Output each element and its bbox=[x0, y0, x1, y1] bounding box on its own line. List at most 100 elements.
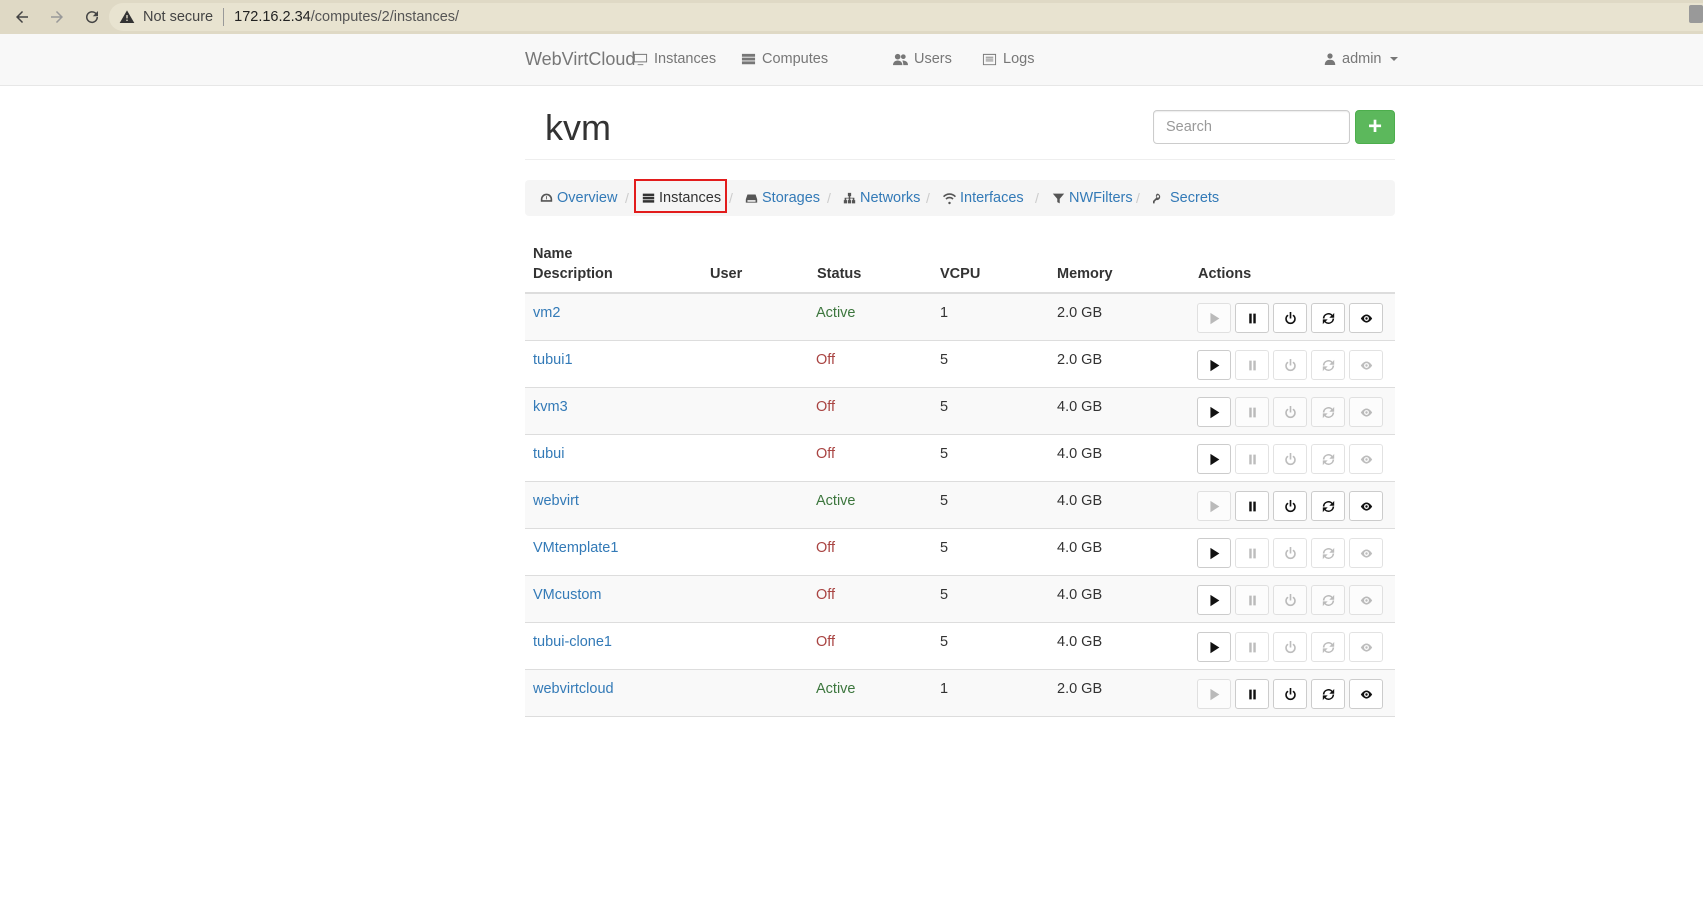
restart-button[interactable] bbox=[1311, 397, 1345, 427]
header-divider bbox=[525, 159, 1395, 160]
instance-status: Off bbox=[816, 540, 836, 556]
suspend-button[interactable] bbox=[1235, 632, 1269, 662]
console-button[interactable] bbox=[1349, 538, 1383, 568]
table-row: VMcustom Off 5 4.0 GB bbox=[525, 576, 1395, 623]
instance-name-link[interactable]: VMcustom bbox=[533, 587, 602, 603]
breadcrumb-separator: / bbox=[625, 190, 629, 206]
start-button[interactable] bbox=[1197, 444, 1231, 474]
console-button[interactable] bbox=[1349, 491, 1383, 521]
restart-button[interactable] bbox=[1311, 632, 1345, 662]
eye-icon bbox=[1360, 501, 1372, 511]
start-button[interactable] bbox=[1197, 491, 1231, 521]
instance-name-link[interactable]: tubui bbox=[533, 446, 564, 462]
start-button[interactable] bbox=[1197, 632, 1231, 662]
tab-interfaces[interactable]: Interfaces bbox=[943, 190, 1024, 206]
instance-name-link[interactable]: VMtemplate1 bbox=[533, 540, 618, 556]
suspend-button[interactable] bbox=[1235, 397, 1269, 427]
breadcrumb-separator: / bbox=[729, 190, 733, 206]
instance-name-link[interactable]: webvirt bbox=[533, 493, 579, 509]
brand-logo[interactable]: WebVirtCloud bbox=[525, 49, 635, 70]
restart-button[interactable] bbox=[1311, 538, 1345, 568]
restart-button[interactable] bbox=[1311, 679, 1345, 709]
nav-logs[interactable]: Logs bbox=[982, 51, 1034, 67]
restart-button[interactable] bbox=[1311, 350, 1345, 380]
suspend-button[interactable] bbox=[1235, 444, 1269, 474]
power-off-button[interactable] bbox=[1273, 632, 1307, 662]
console-button[interactable] bbox=[1349, 632, 1383, 662]
back-button[interactable] bbox=[9, 4, 35, 30]
reload-icon bbox=[86, 11, 99, 24]
power-off-button[interactable] bbox=[1273, 679, 1307, 709]
console-button[interactable] bbox=[1349, 303, 1383, 333]
instance-memory: 4.0 GB bbox=[1057, 446, 1103, 462]
instance-vcpu: 1 bbox=[940, 305, 949, 321]
power-off-button[interactable] bbox=[1273, 303, 1307, 333]
nav-computes[interactable]: Computes bbox=[741, 51, 828, 67]
power-off-button[interactable] bbox=[1273, 397, 1307, 427]
eye-icon bbox=[1360, 595, 1372, 605]
instance-name-link[interactable]: tubui1 bbox=[533, 352, 573, 368]
power-off-button[interactable] bbox=[1273, 538, 1307, 568]
start-button[interactable] bbox=[1197, 303, 1231, 333]
nav-instances[interactable]: Instances bbox=[633, 51, 716, 67]
power-off-button[interactable] bbox=[1273, 350, 1307, 380]
console-button[interactable] bbox=[1349, 350, 1383, 380]
tab-overview[interactable]: Overview bbox=[540, 190, 617, 206]
restart-button[interactable] bbox=[1311, 444, 1345, 474]
console-button[interactable] bbox=[1349, 585, 1383, 615]
start-button[interactable] bbox=[1197, 679, 1231, 709]
start-button[interactable] bbox=[1197, 538, 1231, 568]
refresh-icon bbox=[1322, 312, 1334, 324]
hdd-icon bbox=[745, 193, 758, 203]
instance-status: Off bbox=[816, 352, 836, 368]
extension-icon[interactable] bbox=[1689, 5, 1703, 23]
suspend-button[interactable] bbox=[1235, 350, 1269, 380]
tab-secrets[interactable]: Secrets bbox=[1153, 190, 1219, 206]
restart-button[interactable] bbox=[1311, 303, 1345, 333]
instance-name-link[interactable]: tubui-clone1 bbox=[533, 634, 612, 650]
search-input[interactable] bbox=[1153, 110, 1350, 144]
breadcrumb-separator: / bbox=[827, 190, 831, 206]
tab-nwfilters[interactable]: NWFilters bbox=[1052, 190, 1133, 206]
instance-name-link[interactable]: vm2 bbox=[533, 305, 560, 321]
play-icon bbox=[1209, 547, 1219, 559]
console-button[interactable] bbox=[1349, 444, 1383, 474]
address-bar[interactable]: Not secure 172.16.2.34/computes/2/instan… bbox=[109, 3, 1703, 31]
suspend-button[interactable] bbox=[1235, 491, 1269, 521]
pause-icon bbox=[1248, 501, 1256, 511]
add-instance-button[interactable]: + bbox=[1355, 110, 1395, 144]
eye-icon bbox=[1360, 360, 1372, 370]
suspend-button[interactable] bbox=[1235, 538, 1269, 568]
instance-name-link[interactable]: kvm3 bbox=[533, 399, 568, 415]
tab-storages[interactable]: Storages bbox=[745, 190, 820, 206]
console-button[interactable] bbox=[1349, 397, 1383, 427]
breadcrumb-separator: / bbox=[1136, 190, 1140, 206]
power-off-button[interactable] bbox=[1273, 444, 1307, 474]
reload-button[interactable] bbox=[79, 4, 105, 30]
forward-button[interactable] bbox=[44, 4, 70, 30]
browser-toolbar: Not secure 172.16.2.34/computes/2/instan… bbox=[0, 0, 1703, 34]
console-button[interactable] bbox=[1349, 679, 1383, 709]
suspend-button[interactable] bbox=[1235, 303, 1269, 333]
arrow-right-icon bbox=[51, 11, 63, 23]
suspend-button[interactable] bbox=[1235, 679, 1269, 709]
start-button[interactable] bbox=[1197, 585, 1231, 615]
table-row: tubui1 Off 5 2.0 GB bbox=[525, 341, 1395, 388]
pause-icon bbox=[1248, 360, 1256, 370]
restart-button[interactable] bbox=[1311, 585, 1345, 615]
page-title: kvm bbox=[545, 107, 611, 148]
instance-name-link[interactable]: webvirtcloud bbox=[533, 681, 614, 697]
not-secure-label: Not secure bbox=[143, 9, 214, 25]
power-icon bbox=[1284, 546, 1296, 559]
tab-secrets-label: Secrets bbox=[1170, 190, 1220, 206]
user-menu[interactable]: admin bbox=[1324, 51, 1398, 67]
nav-users[interactable]: Users bbox=[893, 51, 952, 67]
start-button[interactable] bbox=[1197, 350, 1231, 380]
restart-button[interactable] bbox=[1311, 491, 1345, 521]
power-off-button[interactable] bbox=[1273, 491, 1307, 521]
tab-networks[interactable]: Networks bbox=[843, 190, 920, 206]
suspend-button[interactable] bbox=[1235, 585, 1269, 615]
power-off-button[interactable] bbox=[1273, 585, 1307, 615]
chevron-down-icon bbox=[1389, 57, 1398, 61]
start-button[interactable] bbox=[1197, 397, 1231, 427]
